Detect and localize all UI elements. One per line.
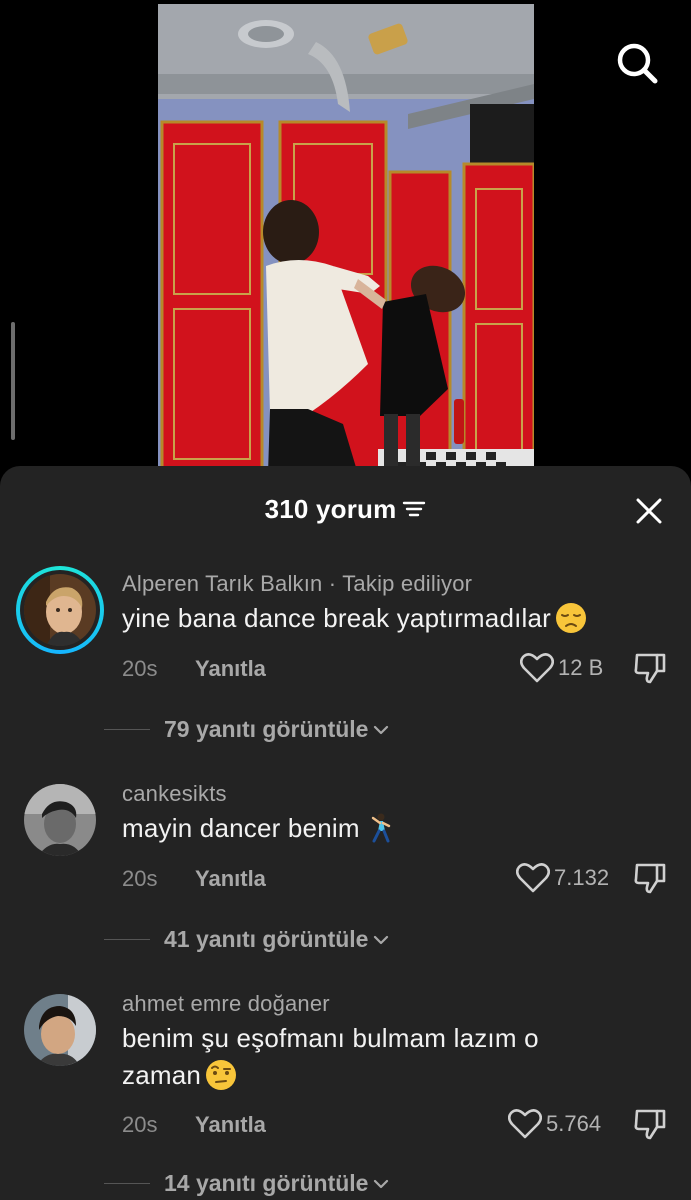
replies-divider	[104, 939, 150, 940]
filter-icon[interactable]	[402, 500, 426, 518]
avatar	[24, 994, 96, 1066]
reply-button[interactable]: Yanıtla	[195, 1112, 266, 1138]
thumbs-down-icon	[634, 863, 666, 894]
avatar	[24, 784, 96, 856]
comment-item: ahmet emre doğaner benim şu eşofmanı bul…	[0, 986, 691, 1200]
comment-item: cankesikts mayin dancer benim 20s Yanıtl…	[0, 776, 691, 966]
search-button[interactable]	[612, 38, 662, 88]
comment-text: mayin dancer benim	[122, 810, 642, 847]
comment-username[interactable]: Alperen Tarık Balkın · Takip ediliyor	[122, 571, 472, 597]
chevron-down-icon	[374, 935, 389, 944]
dancer-emoji	[371, 813, 390, 843]
comment-time: 20s	[122, 866, 158, 891]
comment-time: 20s	[122, 1112, 158, 1137]
replies-divider	[104, 729, 150, 730]
video-still-image	[158, 4, 534, 474]
comment-count: 310 yorum	[264, 494, 397, 524]
dislike-button[interactable]	[632, 860, 668, 896]
thumbs-down-icon	[634, 1109, 666, 1140]
comment-text: benim şu eşofmanı bulmam lazım o zaman	[122, 1020, 622, 1094]
comment-username[interactable]: cankesikts	[122, 781, 227, 807]
like-count: 12 B	[558, 655, 604, 680]
face-with-raised-eyebrow-emoji	[206, 1059, 237, 1090]
close-button[interactable]	[628, 490, 670, 532]
chevron-down-icon	[374, 725, 389, 734]
like-button[interactable]: 7.132	[516, 862, 609, 894]
video-player[interactable]	[0, 0, 691, 480]
comment-username[interactable]: ahmet emre doğaner	[122, 991, 330, 1017]
comment-item: Alperen Tarık Balkın · Takip ediliyor yi…	[0, 566, 691, 756]
reply-button[interactable]: Yanıtla	[195, 866, 266, 892]
view-replies-label: 41 yanıtı görüntüle	[164, 926, 369, 952]
video-frame[interactable]	[158, 4, 534, 474]
comment-count-sort[interactable]: 310 yorum	[0, 494, 691, 525]
heart-icon	[508, 1109, 542, 1139]
comments-sheet: 310 yorum Alperen Tarık Balkın · Takip e…	[0, 466, 691, 1200]
view-replies-button[interactable]: 14 yanıtı görüntüle	[104, 1170, 390, 1197]
view-replies-button[interactable]: 79 yanıtı görüntüle	[104, 716, 390, 743]
dislike-button[interactable]	[632, 650, 668, 686]
view-replies-button[interactable]: 41 yanıtı görüntüle	[104, 926, 390, 953]
comment-text-content: benim şu eşofmanı bulmam lazım o zaman	[122, 1023, 539, 1090]
pensive-face-emoji	[556, 602, 587, 633]
like-count: 5.764	[546, 1111, 602, 1136]
heart-icon	[516, 863, 550, 893]
comment-text-content: yine bana dance break yaptırmadılar	[122, 603, 552, 633]
view-replies-label: 14 yanıtı görüntüle	[164, 1170, 369, 1196]
comment-text: yine bana dance break yaptırmadılar	[122, 600, 642, 637]
like-button[interactable]: 12 B	[520, 652, 603, 684]
heart-icon	[520, 653, 554, 683]
reply-button[interactable]: Yanıtla	[195, 656, 266, 682]
comment-text-content: mayin dancer benim	[122, 813, 360, 843]
avatar-wrapper[interactable]	[16, 776, 104, 864]
close-icon	[636, 498, 662, 524]
comments-header: 310 yorum	[0, 466, 691, 556]
search-icon	[617, 43, 658, 84]
replies-divider	[104, 1183, 150, 1184]
video-scroll-indicator[interactable]	[11, 322, 15, 440]
like-count: 7.132	[554, 865, 610, 890]
avatar	[24, 574, 96, 646]
avatar-story-ring[interactable]	[16, 566, 104, 654]
comment-time: 20s	[122, 656, 158, 681]
avatar-wrapper[interactable]	[16, 986, 104, 1074]
view-replies-label: 79 yanıtı görüntüle	[164, 716, 369, 742]
like-button[interactable]: 5.764	[508, 1108, 601, 1140]
thumbs-down-icon	[634, 653, 666, 684]
chevron-down-icon	[374, 1179, 389, 1188]
dislike-button[interactable]	[632, 1106, 668, 1142]
